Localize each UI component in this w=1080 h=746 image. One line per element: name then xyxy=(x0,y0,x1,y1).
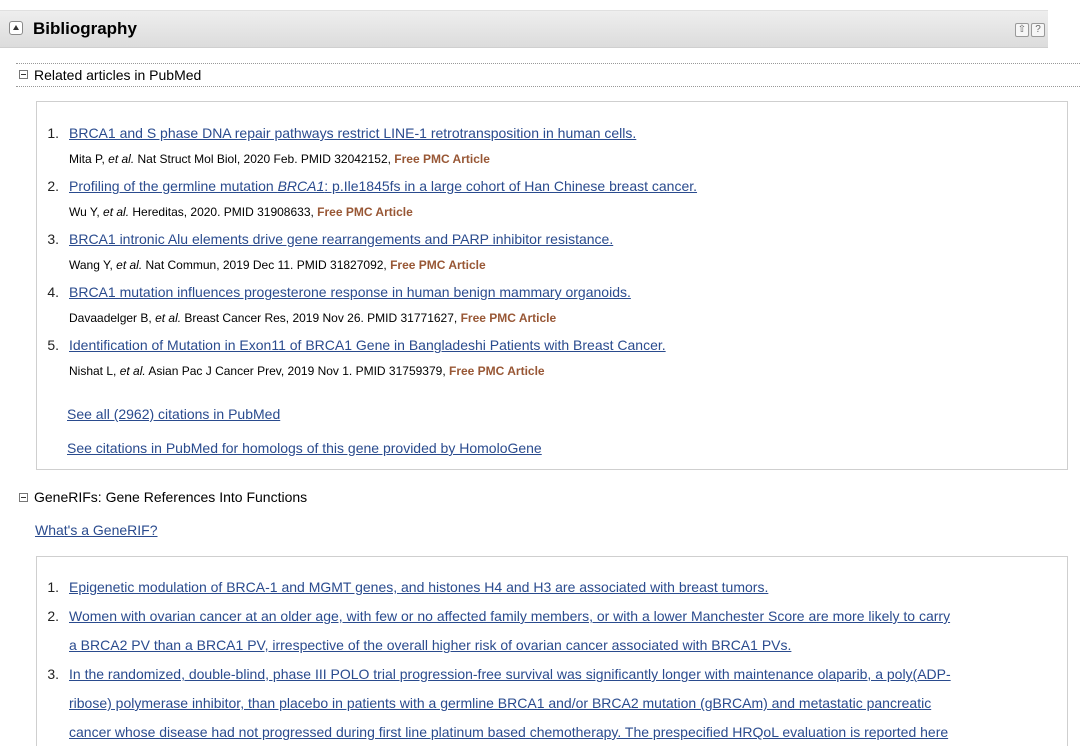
item-number: 5. xyxy=(47,337,59,353)
item-number: 2. xyxy=(47,608,59,624)
item-number: 3. xyxy=(47,666,59,682)
article-source: Nat Commun, 2019 Dec 11. PMID 31827092, xyxy=(142,258,391,272)
generifs-header[interactable]: GeneRIFs: Gene References Into Functions xyxy=(16,487,616,507)
article-citation: Wang Y, et al. Nat Commun, 2019 Dec 11. … xyxy=(69,258,486,272)
article-link[interactable]: BRCA1 mutation influences progesterone r… xyxy=(69,284,631,300)
free-pmc-link[interactable]: Free PMC Article xyxy=(394,152,490,166)
item-number: 3. xyxy=(47,231,59,247)
et-al: et al. xyxy=(116,258,143,272)
article-authors: Davaadelger B, xyxy=(69,311,156,325)
et-al: et al. xyxy=(119,364,146,378)
generif-link[interactable]: cancer whose disease had not progressed … xyxy=(69,724,948,740)
whats-a-generif-link[interactable]: What's a GeneRIF? xyxy=(35,522,158,538)
see-homolog-citations-link[interactable]: See citations in PubMed for homologs of … xyxy=(67,440,542,456)
article-authors: Nishat L, xyxy=(69,364,120,378)
article-source: Hereditas, 2020. PMID 31908633, xyxy=(129,205,318,219)
article-authors: Wu Y, xyxy=(69,205,104,219)
scroll-to-top-icon[interactable]: ⇧ xyxy=(1015,23,1029,37)
gene-symbol: BRCA1 xyxy=(277,178,325,194)
title-part: : p.Ile1845fs in a large cohort of Han C… xyxy=(324,178,698,194)
et-al: et al. xyxy=(108,152,135,166)
article-source: Asian Pac J Cancer Prev, 2019 Nov 1. PMI… xyxy=(145,364,449,378)
see-all-citations-link[interactable]: See all (2962) citations in PubMed xyxy=(67,406,280,422)
free-pmc-link[interactable]: Free PMC Article xyxy=(317,205,413,219)
item-number: 2. xyxy=(47,178,59,194)
article-source: Breast Cancer Res, 2019 Nov 26. PMID 317… xyxy=(181,311,461,325)
article-source: Nat Struct Mol Biol, 2020 Feb. PMID 3204… xyxy=(134,152,395,166)
free-pmc-link[interactable]: Free PMC Article xyxy=(461,311,557,325)
article-link[interactable]: Profiling of the germline mutation BRCA1… xyxy=(69,178,697,194)
article-link[interactable]: BRCA1 and S phase DNA repair pathways re… xyxy=(69,125,636,141)
article-authors: Mita P, xyxy=(69,152,109,166)
generif-link[interactable]: ribose) polymerase inhibitor, than place… xyxy=(69,695,931,711)
related-articles-label: Related articles in PubMed xyxy=(34,67,202,83)
generif-link[interactable]: Women with ovarian cancer at an older ag… xyxy=(69,608,950,624)
item-number: 1. xyxy=(47,579,59,595)
generif-link[interactable]: In the randomized, double-blind, phase I… xyxy=(69,666,951,682)
free-pmc-link[interactable]: Free PMC Article xyxy=(449,364,545,378)
bibliography-header: Bibliography ⇧ ? xyxy=(0,10,1048,48)
help-icon[interactable]: ? xyxy=(1031,23,1045,37)
article-link[interactable]: Identification of Mutation in Exon11 of … xyxy=(69,337,666,353)
article-citation: Wu Y, et al. Hereditas, 2020. PMID 31908… xyxy=(69,205,413,219)
section-title: Bibliography xyxy=(33,19,137,38)
article-link[interactable]: BRCA1 intronic Alu elements drive gene r… xyxy=(69,231,613,247)
title-part: Profiling of the germline mutation xyxy=(69,178,278,194)
collapse-section-icon[interactable] xyxy=(9,21,23,35)
generif-link[interactable]: a BRCA2 PV than a BRCA1 PV, irrespective… xyxy=(69,637,791,653)
free-pmc-link[interactable]: Free PMC Article xyxy=(390,258,486,272)
et-al: et al. xyxy=(103,205,130,219)
generifs-panel: 1. Epigenetic modulation of BRCA-1 and M… xyxy=(36,556,1068,746)
article-citation: Nishat L, et al. Asian Pac J Cancer Prev… xyxy=(69,364,545,378)
article-citation: Davaadelger B, et al. Breast Cancer Res,… xyxy=(69,311,556,325)
item-number: 4. xyxy=(47,284,59,300)
article-citation: Mita P, et al. Nat Struct Mol Biol, 2020… xyxy=(69,152,490,166)
collapse-toggle-icon[interactable] xyxy=(19,493,28,502)
related-articles-panel: 1. BRCA1 and S phase DNA repair pathways… xyxy=(36,101,1068,470)
collapse-toggle-icon[interactable] xyxy=(19,70,28,79)
item-number: 1. xyxy=(47,125,59,141)
related-articles-header[interactable]: Related articles in PubMed xyxy=(16,63,1080,87)
article-authors: Wang Y, xyxy=(69,258,117,272)
generif-link[interactable]: Epigenetic modulation of BRCA-1 and MGMT… xyxy=(69,579,768,595)
generifs-label: GeneRIFs: Gene References Into Functions xyxy=(34,489,308,505)
et-al: et al. xyxy=(155,311,182,325)
